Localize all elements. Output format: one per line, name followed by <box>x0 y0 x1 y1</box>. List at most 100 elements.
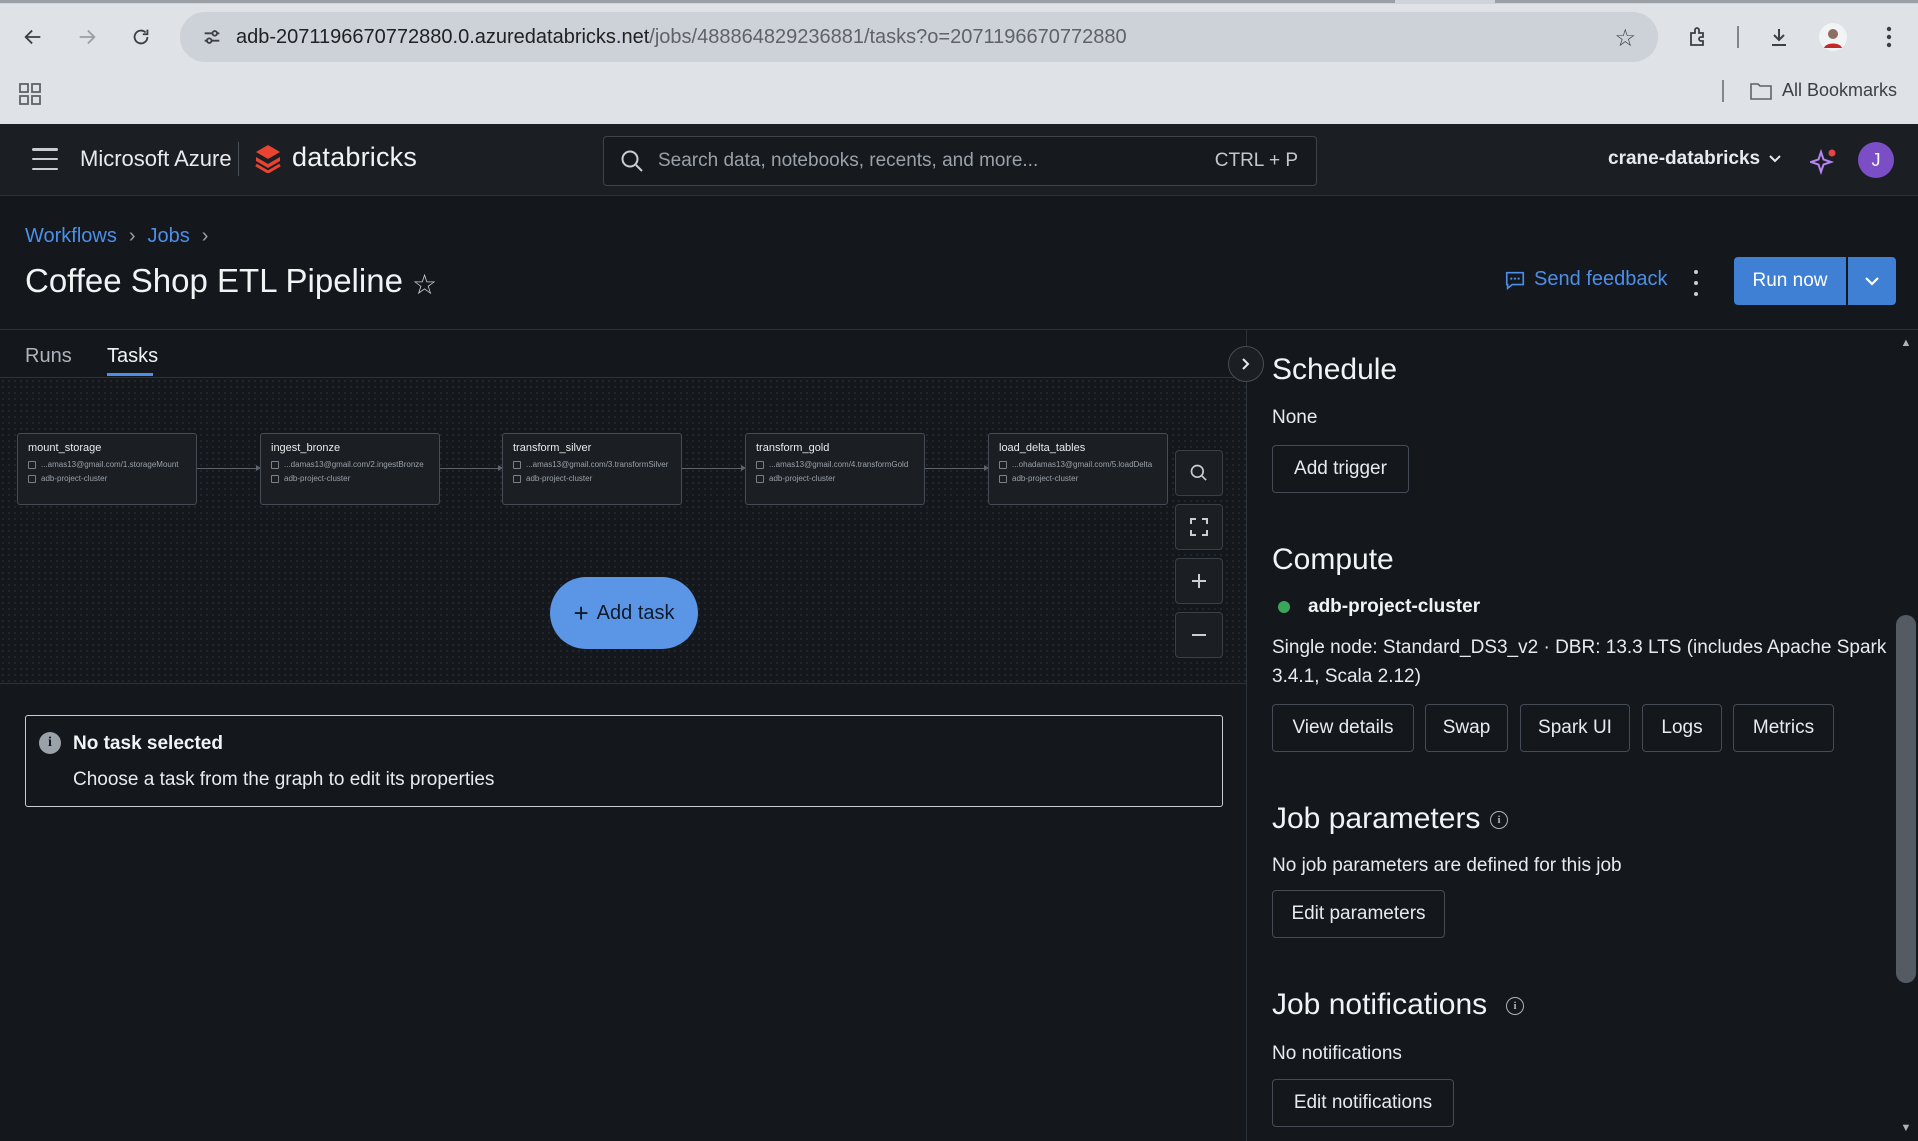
page-title[interactable]: Coffee Shop ETL Pipeline <box>25 262 403 300</box>
no-task-title: No task selected <box>73 733 223 754</box>
info-icon[interactable]: i <box>1506 997 1524 1015</box>
url-path: /jobs/488864829236881/tasks?o=2071196670… <box>649 25 1127 48</box>
job-parameters-heading: Job parameters <box>1272 802 1481 835</box>
scroll-up-icon[interactable]: ▲ <box>1899 336 1913 350</box>
fit-view-button[interactable] <box>1175 504 1223 550</box>
zoom-out-button[interactable] <box>1175 612 1223 658</box>
forward-icon[interactable] <box>70 20 104 54</box>
assistant-sparkle-icon[interactable] <box>1807 148 1836 176</box>
bookmark-star-icon[interactable]: ☆ <box>1614 24 1636 53</box>
run-options-button[interactable] <box>1848 257 1896 305</box>
add-task-button[interactable]: + Add task <box>550 577 698 649</box>
logs-button[interactable]: Logs <box>1642 704 1722 752</box>
url-host: adb-2071196670772880.0.azuredatabricks.n… <box>236 25 650 48</box>
task-node-path: ...amas13@gmail.com/1.storageMount <box>28 460 186 469</box>
task-node-path-text: ...damas13@gmail.com/2.ingestBronze <box>284 460 424 469</box>
tab-indicator <box>0 0 1395 3</box>
view-details-button[interactable]: View details <box>1272 704 1414 752</box>
no-task-selected-panel: i No task selected Choose a task from th… <box>25 715 1223 807</box>
favorite-star-icon[interactable]: ☆ <box>412 268 437 301</box>
edit-parameters-button[interactable]: Edit parameters <box>1272 890 1445 938</box>
bookmarks-bar: All Bookmarks <box>0 72 1918 124</box>
cluster-icon <box>513 474 521 483</box>
task-node-cluster-text: adb-project-cluster <box>284 474 351 483</box>
more-options-icon[interactable] <box>1690 270 1702 296</box>
notebook-icon <box>999 460 1007 469</box>
databricks-wordmark: databricks <box>292 142 418 172</box>
swap-button[interactable]: Swap <box>1425 704 1508 752</box>
add-task-label: Add task <box>596 601 675 624</box>
chevron-down-icon <box>1865 277 1879 286</box>
task-node-cluster: adb-project-cluster <box>28 474 186 483</box>
browser-chrome: adb-2071196670772880.0.azuredatabricks.n… <box>0 0 1918 124</box>
notebook-icon <box>756 460 764 469</box>
brand-divider <box>238 142 239 176</box>
info-icon: i <box>39 732 61 754</box>
run-now-button[interactable]: Run now <box>1734 257 1846 305</box>
task-node[interactable]: mount_storage ...amas13@gmail.com/1.stor… <box>17 433 197 505</box>
task-node-cluster: adb-project-cluster <box>513 474 671 483</box>
metrics-button[interactable]: Metrics <box>1733 704 1834 752</box>
breadcrumb-separator: › <box>201 225 209 247</box>
task-edge <box>925 465 989 471</box>
extensions-icon[interactable] <box>1682 20 1716 54</box>
job-notifications-heading: Job notifications <box>1272 988 1488 1021</box>
collapse-panel-button[interactable] <box>1228 346 1264 382</box>
url-text: adb-2071196670772880.0.azuredatabricks.n… <box>236 26 1127 49</box>
task-node-cluster-text: adb-project-cluster <box>1012 474 1079 483</box>
graph-search-button[interactable] <box>1175 450 1223 496</box>
back-icon[interactable] <box>16 20 50 54</box>
cluster-name-link[interactable]: adb-project-cluster <box>1308 596 1480 618</box>
reload-icon[interactable] <box>124 20 158 54</box>
task-node-name: transform_gold <box>756 442 830 454</box>
search-icon <box>1190 464 1207 481</box>
site-info-icon[interactable] <box>188 13 236 61</box>
add-trigger-button[interactable]: Add trigger <box>1272 445 1409 493</box>
task-node-name: transform_silver <box>513 442 592 454</box>
header-divider <box>0 329 1918 330</box>
task-node[interactable]: transform_silver ...amas13@gmail.com/3.t… <box>502 433 682 505</box>
zoom-in-button[interactable] <box>1175 558 1223 604</box>
spark-ui-button[interactable]: Spark UI <box>1520 704 1630 752</box>
menu-icon[interactable] <box>32 148 58 170</box>
cluster-icon <box>28 474 36 483</box>
send-feedback-link[interactable]: Send feedback <box>1504 268 1667 291</box>
databricks-logo-icon <box>255 144 281 173</box>
no-task-text: Choose a task from the graph to edit its… <box>73 769 495 790</box>
task-node[interactable]: ingest_bronze ...damas13@gmail.com/2.ing… <box>260 433 440 505</box>
microsoft-azure-label: Microsoft Azure <box>80 146 232 171</box>
workspace-switcher[interactable]: crane-databricks <box>1608 148 1782 170</box>
task-node[interactable]: load_delta_tables ...ohadamas13@gmail.co… <box>988 433 1168 505</box>
fullscreen-icon <box>1190 518 1208 536</box>
bookmarks-divider <box>1722 80 1724 102</box>
user-avatar[interactable]: J <box>1858 142 1894 178</box>
profile-avatar[interactable] <box>1816 20 1850 54</box>
browser-menu-icon[interactable] <box>1872 20 1906 54</box>
address-bar[interactable]: adb-2071196670772880.0.azuredatabricks.n… <box>180 12 1658 62</box>
chevron-down-icon <box>1769 155 1781 163</box>
task-node-name: load_delta_tables <box>999 442 1086 454</box>
task-edge <box>440 465 503 471</box>
schedule-value: None <box>1272 407 1318 428</box>
edit-notifications-button[interactable]: Edit notifications <box>1272 1079 1454 1127</box>
info-icon[interactable]: i <box>1490 811 1508 829</box>
tab-runs[interactable]: Runs <box>25 345 72 368</box>
task-node-name: mount_storage <box>28 442 102 454</box>
graph-divider <box>0 683 1246 684</box>
breadcrumb-workflows[interactable]: Workflows <box>25 225 117 248</box>
search-placeholder: Search data, notebooks, recents, and mor… <box>658 150 1039 171</box>
breadcrumb-jobs[interactable]: Jobs <box>148 225 190 248</box>
tab-tasks[interactable]: Tasks <box>107 345 158 368</box>
task-node-cluster-text: adb-project-cluster <box>526 474 593 483</box>
task-node-path: ...amas13@gmail.com/3.transformSilver <box>513 460 671 469</box>
scroll-down-icon[interactable]: ▼ <box>1899 1121 1913 1135</box>
cluster-details-line-2: 3.4.1, Scala 2.12) <box>1272 666 1421 687</box>
notebook-icon <box>271 460 279 469</box>
all-bookmarks-button[interactable]: All Bookmarks <box>1750 80 1897 101</box>
apps-grid-icon[interactable] <box>18 82 42 106</box>
global-search-input[interactable]: Search data, notebooks, recents, and mor… <box>603 136 1317 186</box>
scrollbar-thumb[interactable] <box>1896 615 1916 983</box>
task-node[interactable]: transform_gold ...amas13@gmail.com/4.tra… <box>745 433 925 505</box>
download-icon[interactable] <box>1762 20 1796 54</box>
databricks-logo[interactable]: databricks <box>254 142 417 173</box>
